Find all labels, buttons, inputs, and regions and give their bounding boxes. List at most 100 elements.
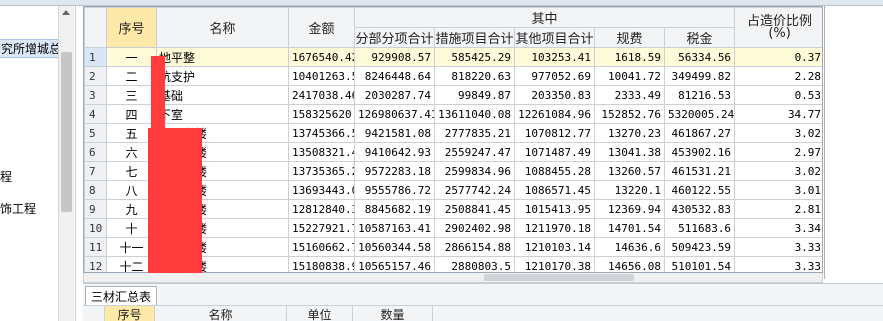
- cell-other-total[interactable]: 12261084.96: [514, 104, 595, 124]
- cell-ratio[interactable]: 3.34: [734, 218, 822, 238]
- cell-fees[interactable]: 1618.59: [594, 47, 665, 67]
- cell-ratio[interactable]: 0.53: [734, 85, 822, 105]
- cell-tax[interactable]: 349499.82: [663, 66, 736, 86]
- cell-seq[interactable]: 四: [106, 104, 157, 124]
- cell-fees[interactable]: 13041.38: [594, 142, 665, 162]
- cell-amount[interactable]: 1676540.42: [288, 47, 355, 67]
- col-header-sub[interactable]: 措施项目合计: [434, 27, 515, 48]
- cell-measures-total[interactable]: 13611040.08: [434, 104, 515, 124]
- cell-other-total[interactable]: 1210103.14: [514, 237, 595, 257]
- cell-measures-total[interactable]: 2777835.21: [434, 123, 515, 143]
- cell-sub-total[interactable]: 9572283.18: [354, 161, 435, 181]
- cell-measures-total[interactable]: 2866154.88: [434, 237, 515, 257]
- col-header-sub[interactable]: 税金: [663, 27, 736, 48]
- table-row[interactable]: 3 三基础 2417038.46 2030287.74 99849.87 203350.8…: [84, 85, 822, 105]
- cell-measures-total[interactable]: 2559247.47: [434, 142, 515, 162]
- col-header-seq[interactable]: 序号: [105, 306, 155, 321]
- cell-ratio[interactable]: 2.81: [734, 199, 822, 219]
- row-number[interactable]: 11: [84, 237, 107, 257]
- cell-measures-total[interactable]: 2599834.96: [434, 161, 515, 181]
- cell-seq[interactable]: 一: [106, 47, 157, 67]
- cell-fees[interactable]: 14636.6: [594, 237, 665, 257]
- row-number[interactable]: 12: [84, 256, 107, 272]
- cell-ratio[interactable]: 2.28: [734, 66, 822, 86]
- cell-amount[interactable]: 13693443.0: [288, 180, 355, 200]
- cell-amount[interactable]: 13735365.2: [288, 161, 355, 181]
- cell-ratio[interactable]: 3.33: [734, 237, 822, 257]
- table-row[interactable]: 4 四下室 158325620. 126980637.41 13611040.08 122…: [84, 104, 822, 124]
- cell-other-total[interactable]: 203350.83: [514, 85, 595, 105]
- cell-sub-total[interactable]: 10587163.41: [354, 218, 435, 238]
- cell-fees[interactable]: 2333.49: [594, 85, 665, 105]
- row-number[interactable]: 6: [84, 142, 107, 162]
- cell-amount[interactable]: 13745366.5: [288, 123, 355, 143]
- cell-sub-total[interactable]: 10565157.46: [354, 256, 435, 272]
- cell-tax[interactable]: 453902.16: [663, 142, 736, 162]
- cell-sub-total[interactable]: 10560344.58: [354, 237, 435, 257]
- cell-fees[interactable]: 14656.08: [594, 256, 665, 272]
- tree-item[interactable]: 饰工程: [0, 200, 36, 217]
- cell-amount[interactable]: 2417038.46: [288, 85, 355, 105]
- col-header-amount[interactable]: 金额: [288, 7, 355, 48]
- cell-other-total[interactable]: 1088455.28: [514, 161, 595, 181]
- cell-other-total[interactable]: 1210170.38: [514, 256, 595, 272]
- cell-ratio[interactable]: 2.97: [734, 142, 822, 162]
- cell-sub-total[interactable]: 9555786.72: [354, 180, 435, 200]
- cell-ratio[interactable]: 3.02: [734, 123, 822, 143]
- cell-measures-total[interactable]: 2508841.45: [434, 199, 515, 219]
- cell-sub-total[interactable]: 929908.57: [354, 47, 435, 67]
- col-header-ratio[interactable]: 占造价比例 (%): [734, 7, 822, 48]
- cell-tax[interactable]: 461531.21: [663, 161, 736, 181]
- table-row[interactable]: 2 二坑支护 10401263.5 8246448.64 818220.63 977052…: [84, 66, 822, 86]
- cell-other-total[interactable]: 1070812.77: [514, 123, 595, 143]
- cell-other-total[interactable]: 1015413.95: [514, 199, 595, 219]
- cell-sub-total[interactable]: 2030287.74: [354, 85, 435, 105]
- row-number[interactable]: 9: [84, 199, 107, 219]
- cell-name[interactable]: 地平整: [156, 47, 289, 67]
- col-header-sub[interactable]: 分部分项合计: [354, 27, 435, 48]
- col-header-sub[interactable]: 规费: [594, 27, 665, 48]
- cell-other-total[interactable]: 1211970.18: [514, 218, 595, 238]
- cell-name[interactable]: 坑支护: [156, 66, 289, 86]
- cell-amount[interactable]: 158325620.: [288, 104, 355, 124]
- cell-seq[interactable]: 二: [106, 66, 157, 86]
- row-number[interactable]: 2: [84, 66, 107, 86]
- cell-tax[interactable]: 511683.6: [663, 218, 736, 238]
- row-number[interactable]: 10: [84, 218, 107, 238]
- cell-tax[interactable]: 5320005.24: [663, 104, 736, 124]
- cell-fees[interactable]: 13260.57: [594, 161, 665, 181]
- cell-tax[interactable]: 510101.54: [663, 256, 736, 272]
- cell-name[interactable]: 基础: [156, 85, 289, 105]
- cell-seq[interactable]: 三: [106, 85, 157, 105]
- cell-amount[interactable]: 13508321.4: [288, 142, 355, 162]
- row-number[interactable]: 5: [84, 123, 107, 143]
- col-header-qty[interactable]: 数量: [353, 306, 433, 321]
- cell-sub-total[interactable]: 126980637.41: [354, 104, 435, 124]
- cell-sub-total[interactable]: 9421581.08: [354, 123, 435, 143]
- tree-item[interactable]: 程: [0, 168, 12, 185]
- cell-ratio[interactable]: 34.77: [734, 104, 822, 124]
- cell-amount[interactable]: 15160662.7: [288, 237, 355, 257]
- cell-other-total[interactable]: 1086571.45: [514, 180, 595, 200]
- cell-ratio[interactable]: 3.33: [734, 256, 822, 272]
- cell-measures-total[interactable]: 2880803.5: [434, 256, 515, 272]
- cell-sub-total[interactable]: 9410642.93: [354, 142, 435, 162]
- col-header-name[interactable]: 名称: [156, 7, 289, 48]
- cell-measures-total[interactable]: 2577742.24: [434, 180, 515, 200]
- scrollbar-thumb[interactable]: [484, 274, 634, 281]
- cell-other-total[interactable]: 977052.69: [514, 66, 595, 86]
- col-header-unit[interactable]: 单位: [287, 306, 353, 321]
- cell-sub-total[interactable]: 8845682.19: [354, 199, 435, 219]
- cell-name[interactable]: 下室: [156, 104, 289, 124]
- cell-sub-total[interactable]: 8246448.64: [354, 66, 435, 86]
- cell-tax[interactable]: 81216.53: [663, 85, 736, 105]
- grid-horizontal-scrollbar[interactable]: [83, 273, 823, 283]
- cell-fees[interactable]: 13220.1: [594, 180, 665, 200]
- row-number[interactable]: 8: [84, 180, 107, 200]
- cell-fees[interactable]: 13270.23: [594, 123, 665, 143]
- cell-tax[interactable]: 430532.83: [663, 199, 736, 219]
- cell-tax[interactable]: 56334.56: [663, 47, 736, 67]
- cell-fees[interactable]: 10041.72: [594, 66, 665, 86]
- cell-measures-total[interactable]: 818220.63: [434, 66, 515, 86]
- cell-tax[interactable]: 461867.27: [663, 123, 736, 143]
